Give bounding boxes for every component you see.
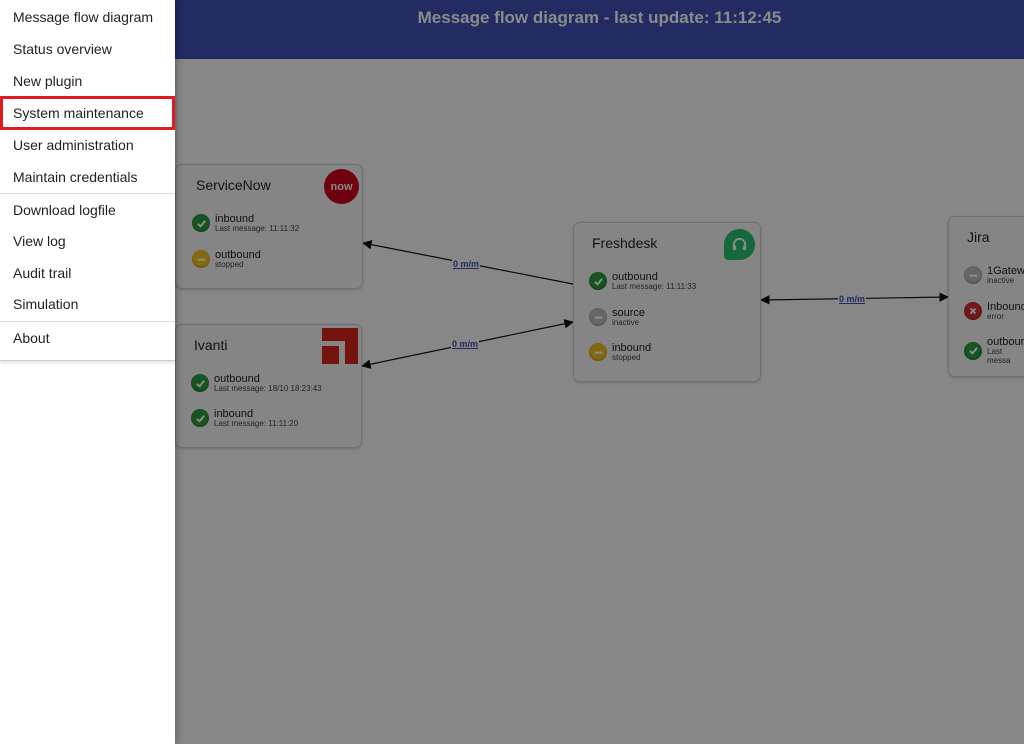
menu-item-audit-trail[interactable]: Audit trail [0,257,175,289]
menu-item-status-overview[interactable]: Status overview [0,33,175,65]
menu-item-system-maintenance[interactable]: System maintenance [0,96,175,130]
menu-item-view-log[interactable]: View log [0,225,175,257]
menu-item-user-administration[interactable]: User administration [0,129,175,161]
menu-item-download-logfile[interactable]: Download logfile [0,194,175,226]
menu-item-new-plugin[interactable]: New plugin [0,65,175,97]
navigation-menu: Message flow diagram Status overview New… [0,0,175,361]
menu-item-message-flow-diagram[interactable]: Message flow diagram [0,1,175,33]
menu-item-about[interactable]: About [0,322,175,354]
navigation-drawer: Message flow diagram Status overview New… [0,0,175,744]
menu-item-simulation[interactable]: Simulation [0,288,175,320]
menu-item-maintain-credentials[interactable]: Maintain credentials [0,161,175,193]
